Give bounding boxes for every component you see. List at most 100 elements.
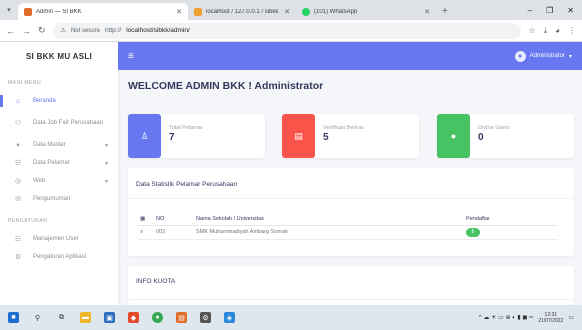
browser-menu-icon[interactable]: ⋮ bbox=[568, 26, 576, 35]
sidebar-item-label: Manajemen User bbox=[33, 236, 79, 242]
minimize-icon[interactable]: – bbox=[528, 6, 532, 15]
settings-icon[interactable]: ⚙ bbox=[200, 312, 211, 323]
back-icon[interactable]: ← bbox=[6, 26, 15, 36]
sidebar-item-pengaturan-aplikasi[interactable]: ⚙ Pengaturan Aplikasi bbox=[0, 248, 118, 266]
tab-favicon-icon bbox=[302, 7, 310, 16]
info-kuota-panel: INFO KUOTA bbox=[128, 266, 574, 305]
browser-tabstrip: ▾ Admin — SI BKK ✕ localhost / 127.0.0.1… bbox=[0, 0, 582, 20]
sort-handle-icon: ▦ bbox=[140, 215, 146, 222]
pendaftar-badge: 6 bbox=[466, 227, 480, 237]
tab-close-icon[interactable]: ✕ bbox=[176, 8, 182, 16]
stat-label: Online Users bbox=[478, 125, 510, 131]
task-view-icon[interactable]: ⧉ bbox=[56, 312, 67, 323]
chevron-down-icon: ▾ bbox=[104, 142, 108, 149]
chrome-icon[interactable]: ● bbox=[152, 312, 163, 323]
menu-toggle-icon[interactable]: ≡ bbox=[128, 51, 134, 62]
clock[interactable]: 12:31 21/07/2022 bbox=[538, 312, 563, 324]
search-icon[interactable]: ⚲ bbox=[32, 312, 43, 323]
users-cog-icon: ☷ bbox=[14, 236, 22, 243]
group-icon: ☷ bbox=[14, 160, 22, 167]
home-icon: ⌂ bbox=[15, 97, 21, 105]
users-icon: ⚇ bbox=[14, 120, 22, 127]
cell-no: 002 bbox=[154, 225, 194, 240]
profile-icon[interactable]: ◕ bbox=[555, 26, 560, 35]
sidebar-item-data-pelamar[interactable]: ☷ Data Pelamar ▾ bbox=[0, 154, 118, 172]
tab-favicon-icon bbox=[24, 7, 32, 16]
statistik-panel: Data Statistik Pelamar Perusahaan ▦ NO N… bbox=[128, 168, 574, 256]
tab-search-icon[interactable]: ▾ bbox=[0, 0, 18, 20]
table-row[interactable]: ≡ 002 SMK Muhammadiyah Ambarg Sonrak 6 bbox=[138, 225, 558, 240]
browser-tab-phpmyadmin[interactable]: localhost / 127.0.0.1 / sibkk / ... ✕ bbox=[188, 3, 296, 20]
sidebar-item-pengumuman[interactable]: ✉ Pengumuman bbox=[0, 190, 118, 208]
browser-tab-admin[interactable]: Admin — SI BKK ✕ bbox=[18, 3, 188, 20]
panel-title: Data Statistik Pelamar Perusahaan bbox=[136, 181, 238, 188]
start-windows-icon[interactable]: ■ bbox=[8, 312, 19, 323]
sidebar-item-label: Beranda bbox=[33, 98, 56, 104]
globe-icon: ◎ bbox=[14, 178, 22, 185]
sidebar-item-label: Pengumuman bbox=[33, 196, 71, 202]
column-header-pendaftar[interactable]: Pendaftar bbox=[464, 213, 558, 226]
panel-divider bbox=[128, 299, 574, 300]
stat-card-verifikasi-berkas: ▤ Verifikasi Berkas 5 bbox=[282, 114, 419, 158]
insecure-warning-icon[interactable]: ⚠ bbox=[61, 27, 66, 34]
url-text: localhost/sibkk/admin/ bbox=[126, 27, 190, 34]
user-dropdown[interactable]: ● Administrator ▾ bbox=[514, 50, 572, 62]
column-header-handle: ▦ bbox=[138, 213, 154, 226]
sidebar-item-beranda[interactable]: ⌂ Beranda bbox=[0, 92, 118, 110]
bookmark-star-icon[interactable]: ☆ bbox=[528, 26, 535, 35]
sidebar: SI BKK MU ASLI MAIN MENU ⌂ Beranda ⚇ Dat… bbox=[0, 42, 118, 305]
statistik-table: ▦ NO Nama Sekolah / Universitas Pendafta… bbox=[138, 213, 558, 240]
user-name: Administrator bbox=[529, 53, 565, 59]
circle-icon: ● bbox=[437, 114, 470, 158]
office-icon[interactable]: ◆ bbox=[128, 312, 139, 323]
window-controls: – ❐ ✕ bbox=[528, 0, 582, 20]
sidebar-item-data-master[interactable]: ♦ Data Master ▾ bbox=[0, 136, 118, 154]
page-title: WELCOME ADMIN BKK ! Administrator bbox=[128, 80, 324, 92]
forward-icon[interactable]: → bbox=[22, 26, 31, 36]
url-input[interactable]: ⚠ Not secure http:// localhost/sibkk/adm… bbox=[52, 22, 522, 39]
tab-close-icon[interactable]: ✕ bbox=[424, 8, 430, 16]
system-tray: ^ ☁ ☀ ▭ ⊕ ◐ ▮ ◼ ═ 12:31 21/07/2022 ▭ bbox=[479, 312, 574, 324]
column-header-no[interactable]: NO bbox=[154, 213, 194, 226]
table-header-row: ▦ NO Nama Sekolah / Universitas Pendafta… bbox=[138, 213, 558, 226]
stat-value: 5 bbox=[323, 132, 329, 143]
stat-value: 0 bbox=[478, 132, 484, 143]
sidebar-item-label: Data Job Fair Perusahaan bbox=[33, 120, 104, 126]
tab-title: localhost / 127.0.0.1 / sibkk / ... bbox=[206, 8, 280, 15]
vscode-icon[interactable]: ◈ bbox=[224, 312, 235, 323]
fire-icon: ♦ bbox=[16, 141, 20, 149]
reload-icon[interactable]: ↻ bbox=[38, 25, 46, 36]
sidebar-item-web[interactable]: ◎ Web ▾ bbox=[0, 172, 118, 190]
tab-title: Admin — SI BKK bbox=[36, 8, 82, 15]
top-navbar: ≡ ● Administrator ▾ bbox=[118, 42, 582, 70]
tab-title: (101) WhatsApp bbox=[314, 8, 358, 15]
file-explorer-icon[interactable]: ▬ bbox=[80, 312, 91, 323]
chevron-down-icon: ▾ bbox=[104, 160, 108, 167]
column-header-nama-sekolah[interactable]: Nama Sekolah / Universitas bbox=[194, 213, 464, 226]
tray-icons[interactable]: ^ ☁ ☀ ▭ ⊕ ◐ ▮ ◼ ═ bbox=[479, 314, 533, 321]
sidebar-section-pengaturan: PENGATURAN bbox=[8, 218, 48, 224]
xampp-icon[interactable]: ▤ bbox=[176, 312, 187, 323]
notification-icon[interactable]: ▭ bbox=[568, 314, 574, 321]
download-icon[interactable]: ⤓ bbox=[544, 26, 548, 36]
maximize-icon[interactable]: ❐ bbox=[546, 6, 553, 15]
sidebar-item-manajemen-user[interactable]: ☷ Manajemen User bbox=[0, 230, 118, 248]
stat-label: Total Pelamar bbox=[169, 125, 203, 131]
stat-value: 7 bbox=[169, 132, 175, 143]
sidebar-item-label: Data Pelamar bbox=[33, 160, 70, 166]
sidebar-item-label: Pengaturan Aplikasi bbox=[33, 254, 87, 260]
drag-handle-icon[interactable]: ≡ bbox=[138, 225, 154, 240]
stat-label: Verifikasi Berkas bbox=[323, 125, 364, 131]
new-tab-button[interactable]: + bbox=[436, 3, 454, 20]
panel-title: INFO KUOTA bbox=[136, 278, 176, 285]
sidebar-item-label: Web bbox=[33, 178, 46, 184]
store-icon[interactable]: ▣ bbox=[104, 312, 115, 323]
security-label[interactable]: Not secure bbox=[71, 28, 100, 34]
browser-tab-whatsapp[interactable]: (101) WhatsApp ✕ bbox=[296, 3, 436, 20]
tab-close-icon[interactable]: ✕ bbox=[284, 8, 290, 16]
bullhorn-icon: ✉ bbox=[15, 196, 21, 203]
sidebar-item-job-fair[interactable]: ⚇ Data Job Fair Perusahaan bbox=[0, 110, 118, 136]
sidebar-brand[interactable]: SI BKK MU ASLI bbox=[0, 42, 118, 70]
chevron-down-icon: ▾ bbox=[568, 53, 572, 60]
close-icon[interactable]: ✕ bbox=[567, 6, 574, 15]
